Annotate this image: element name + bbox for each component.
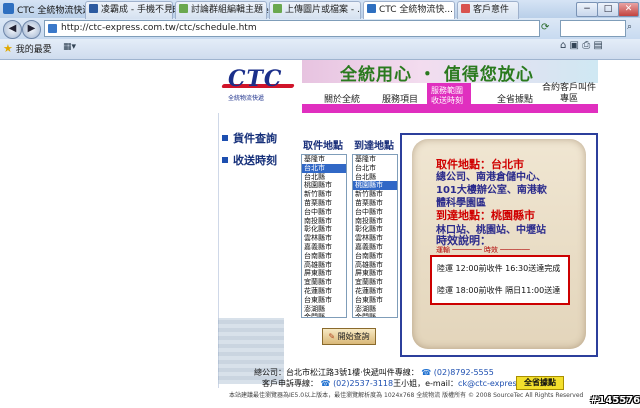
phone-icon: ☎ [318, 379, 334, 388]
maximize-button[interactable]: □ [597, 2, 619, 17]
tab-1[interactable]: 凌霸成 - 手機不見 ... [85, 1, 173, 19]
list-option[interactable]: 屏東縣市 [302, 269, 346, 278]
list-option[interactable]: 金門縣 [353, 313, 397, 317]
list-option[interactable]: 台北市 [353, 164, 397, 173]
schedule-legend: 運輸 ─────── 時效 ─────── [436, 246, 530, 254]
sidebar-item-schedule[interactable]: 收送時刻 [222, 152, 277, 168]
list-option[interactable]: 桃園縣市 [302, 181, 346, 190]
quick-tabs-icon[interactable]: ▦▾ [63, 42, 76, 52]
list-option[interactable]: 新竹縣市 [353, 190, 397, 199]
footer-complaint: 客戶申訴專線： ☎ (02)2537-3118王小姐，e-mail：ck@ctc… [262, 379, 541, 388]
command-bar: ⌂ ▣ ⎙ ▤ [560, 40, 603, 51]
pickup-location: 取件地點：台北市 [436, 158, 524, 171]
tab-favicon-icon [273, 4, 282, 13]
list-option[interactable]: 屏東縣市 [353, 269, 397, 278]
list-option[interactable]: 苗栗縣市 [353, 199, 397, 208]
tab-2[interactable]: 討論群組編輯主題 -... [175, 1, 267, 19]
favorites-button[interactable]: ★ 我的最愛 [3, 42, 52, 55]
nav-coverage[interactable]: 服務範圍 收送時刻 [427, 83, 471, 105]
address-input[interactable]: http://ctc-express.com.tw/ctc/schedule.h… [44, 20, 540, 37]
search-button-icon: ✎ [328, 332, 336, 341]
list-option[interactable]: 台南縣市 [353, 252, 397, 261]
address-toolbar: ◀ ▶ http://ctc-express.com.tw/ctc/schedu… [0, 18, 640, 39]
sidebar-item-tracking[interactable]: 貨件查詢 [222, 130, 277, 146]
tab-favicon-icon [179, 4, 188, 13]
star-icon: ★ [3, 42, 13, 55]
tab-active[interactable]: CTC 全統物流快... [363, 1, 455, 19]
pickup-header: 取件地點 [303, 141, 343, 152]
tab-favicon-icon [89, 4, 98, 13]
pickup-listbox[interactable]: 基隆市 台北市 台北縣 桃園縣市 新竹縣市 苗栗縣市 台中縣市 南投縣市 彰化縣市 雲林縣市 嘉義縣… [301, 154, 347, 318]
list-option[interactable]: 基隆市 [353, 155, 397, 164]
minimize-button[interactable]: − [576, 2, 598, 17]
feeds-icon[interactable]: ▣ [570, 40, 579, 51]
list-option[interactable]: 台東縣市 [353, 296, 397, 305]
list-option[interactable]: 金門縣 [302, 313, 346, 317]
page-menu-icon[interactable]: ▤ [593, 40, 602, 51]
pickup-detail-line-1: 總公司、南港倉儲中心、 [436, 172, 546, 183]
address-url: http://ctc-express.com.tw/ctc/schedule.h… [61, 23, 257, 33]
schedule-line-2: 陸運 18:00前收件 隔日11:00送達 [437, 286, 561, 295]
logo-subtitle: 全統物流快遞 [228, 95, 265, 102]
list-option[interactable]: 嘉義縣市 [302, 243, 346, 252]
list-option[interactable]: 花蓮縣市 [353, 287, 397, 296]
list-option[interactable]: 宜蘭縣市 [353, 278, 397, 287]
list-option[interactable]: 花蓮縣市 [302, 287, 346, 296]
watermark: #145576 [590, 395, 640, 406]
list-option[interactable]: 嘉義縣市 [353, 243, 397, 252]
list-option[interactable]: 彰化縣市 [353, 225, 397, 234]
delivery-listbox[interactable]: 基隆市 台北市 台北縣 桃園縣市 新竹縣市 苗栗縣市 台中縣市 南投縣市 彰化縣市 雲林縣市 嘉義縣… [352, 154, 398, 318]
forward-icon[interactable]: ▶ [22, 20, 41, 39]
start-search-button[interactable]: ✎ 開始查詢 [322, 328, 376, 345]
back-icon[interactable]: ◀ [3, 20, 22, 39]
list-option[interactable]: 彰化縣市 [302, 225, 346, 234]
logo-text: CTC [228, 66, 283, 92]
list-option[interactable]: 宜蘭縣市 [302, 278, 346, 287]
pickup-detail-line-2: 101大樓辦公室、南港軟 [436, 185, 547, 196]
page-icon [48, 24, 57, 33]
tab-3[interactable]: 上傳圖片或檔案 - ... [269, 1, 361, 19]
slogan: 全統用心 ‧ 值得您放心 [340, 65, 534, 85]
list-option[interactable]: 新竹縣市 [302, 190, 346, 199]
schedule-line-1: 陸運 12:00前收件 16:30送達完成 [437, 264, 561, 273]
bullet-icon [222, 135, 228, 141]
list-option[interactable]: 台中縣市 [353, 208, 397, 217]
company-logo[interactable]: CTC 全統物流快遞 [218, 60, 302, 104]
search-input[interactable] [560, 20, 626, 37]
all-locations-button[interactable]: 全省據點 [516, 376, 564, 390]
footer-address: 總公司：台北市松江路3號1樓‧快遞叫件專線： ☎ (02)8792-5555 [254, 368, 494, 377]
tab-favicon-icon [367, 4, 376, 13]
refresh-icon[interactable]: ⟳ [541, 22, 549, 33]
bullet-icon [222, 157, 228, 163]
tab-bar [0, 39, 640, 60]
list-option[interactable]: 台中縣市 [302, 208, 346, 217]
list-option[interactable]: 雲林縣市 [353, 234, 397, 243]
ie-app-icon [3, 3, 14, 14]
tab-favicon-icon [461, 4, 470, 13]
list-option[interactable]: 台南縣市 [302, 252, 346, 261]
list-option[interactable]: 雲林縣市 [302, 234, 346, 243]
close-button[interactable]: ✕ [618, 2, 639, 17]
list-option[interactable]: 基隆市 [302, 155, 346, 164]
list-option[interactable]: 台東縣市 [302, 296, 346, 305]
search-icon[interactable]: ⌕ [627, 22, 632, 32]
footer-copyright: 本站建議最佳瀏覽器為IE5.0以上版本，最佳瀏覽解析度為 1024x768 全統… [229, 392, 584, 399]
list-option[interactable]: 苗栗縣市 [302, 199, 346, 208]
delivery-header: 到達地點 [354, 141, 394, 152]
print-icon[interactable]: ⎙ [582, 40, 590, 51]
list-option[interactable]: 台北市 [302, 163, 346, 173]
favorites-label: 我的最愛 [15, 45, 52, 55]
home-icon[interactable]: ⌂ [560, 40, 566, 51]
list-option[interactable]: 桃園縣市 [353, 181, 397, 191]
phone-icon: ☎ [418, 368, 434, 377]
tab-5[interactable]: 客戶意件 [457, 1, 519, 19]
pickup-detail: 總公司、南港倉儲中心、 101大樓辦公室、南港軟 體科學園區 [436, 171, 547, 210]
nav-highlight-bar [302, 104, 598, 113]
nav-contract-clients[interactable]: 合約客戶叫件專區 [541, 83, 597, 105]
